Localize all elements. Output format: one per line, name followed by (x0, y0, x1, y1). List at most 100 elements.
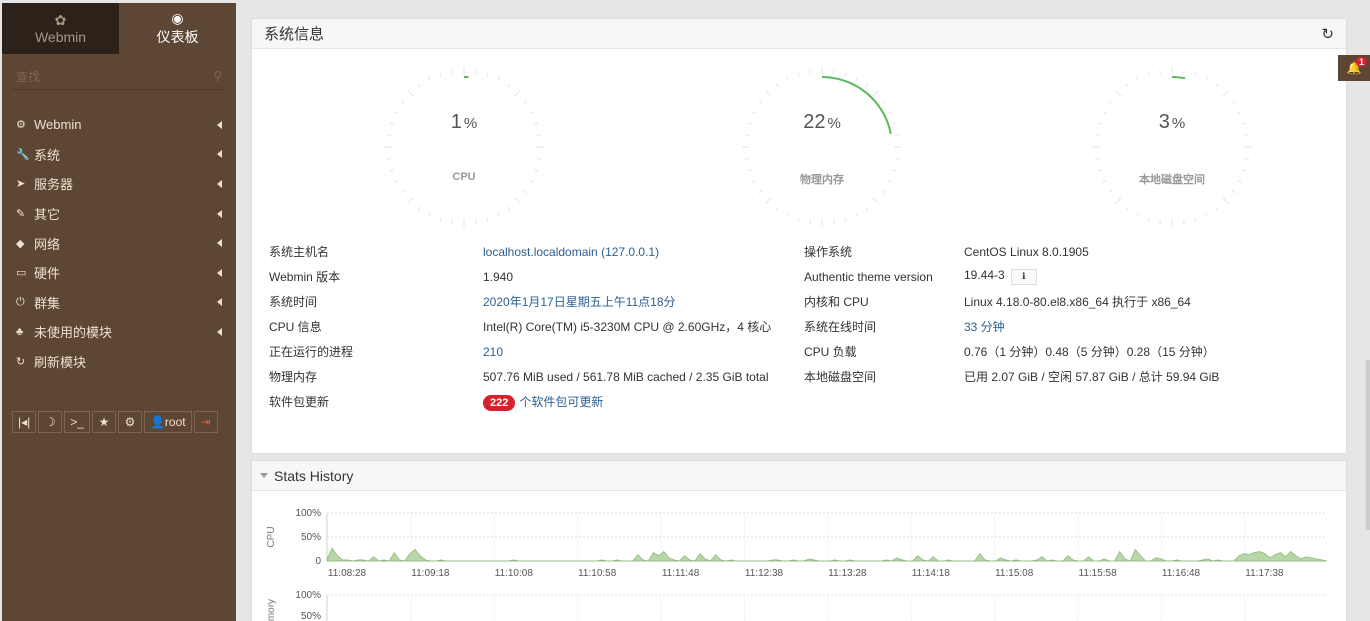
info-value-wrap: 507.76 MiB used / 561.78 MiB cached / 2.… (483, 370, 769, 384)
gauge-tick (1147, 72, 1150, 77)
gauge-tick (439, 72, 442, 77)
gauge-value-arc (1171, 76, 1186, 80)
gauge-value: 1% (384, 111, 544, 134)
gauge-tick (428, 77, 431, 82)
info-row: 系统时间 2020年1月17日星期五上午11点18分 (269, 289, 771, 314)
gauge-tick (872, 197, 879, 204)
search-icon[interactable]: ⚲ (213, 69, 222, 83)
info-value-wrap: 1.940 (483, 270, 513, 284)
info-value-link[interactable]: 个软件包可更新 (519, 395, 603, 409)
sidebar-item-7[interactable]: ♣ 未使用的模块 (2, 317, 236, 347)
info-icon[interactable]: ℹ (1010, 268, 1037, 285)
tab-dashboard-label: 仪表板 (156, 28, 199, 45)
sidebar-item-3[interactable]: ✎ 其它 (2, 199, 236, 229)
info-value-link[interactable]: 2020年1月17日星期五上午11点18分 (483, 295, 676, 309)
gauge-tick (744, 158, 749, 160)
settings-button[interactable]: ⚙ (117, 411, 142, 433)
info-label: 软件包更新 (269, 395, 330, 409)
cpu-y-tick: 50% (301, 532, 321, 543)
gauge-label: 本地磁盘空间 (1139, 174, 1205, 186)
gauge-tick (1245, 134, 1250, 136)
user-button[interactable]: 👤root (143, 411, 192, 433)
info-label: 操作系统 (804, 245, 853, 259)
gauge-value: 22% (742, 111, 902, 134)
sidebar-item-2[interactable]: ➤ 服务器 (2, 169, 236, 199)
gauge-tick (507, 83, 511, 88)
search-input[interactable] (12, 64, 226, 90)
gauge-tick (497, 77, 500, 82)
sidebar-item-label: Webmin (34, 117, 82, 133)
sidebar-item-6[interactable]: ⏻ 群集 (2, 288, 236, 318)
refresh-icon[interactable]: ↻ (1321, 25, 1334, 43)
gauge-tick (797, 217, 800, 222)
tab-dashboard[interactable]: ◉ 仪表板 (119, 3, 236, 54)
cpu-y-tick: 0 (315, 556, 321, 567)
gauge-tick (1205, 212, 1208, 217)
gauge-0: 1% CPU (384, 67, 544, 227)
night-mode-button[interactable]: ☽ (38, 411, 63, 433)
favorites-button[interactable]: ★ (91, 411, 116, 433)
page-scrollbar[interactable] (1366, 360, 1370, 530)
sidebar-item-5[interactable]: ▭ 硬件 (2, 258, 236, 288)
notifications-button[interactable]: 🔔 1 (1338, 55, 1370, 81)
webmin-logo-icon: ✿ (54, 11, 67, 28)
gauge-tick (881, 100, 886, 104)
stats-history-header[interactable]: Stats History (252, 461, 1346, 491)
puzzle-icon: ♣ (16, 325, 24, 338)
info-row: 软件包更新 222 个软件包可更新 (269, 389, 771, 414)
drive-icon: ▭ (16, 267, 27, 280)
gauge-tick (514, 197, 521, 204)
gauge-tick (758, 190, 763, 194)
gear-icon: ⚙ (16, 119, 26, 132)
info-value-link[interactable]: 33 分钟 (964, 320, 1005, 334)
sidebar-item-4[interactable]: ◆ 网络 (2, 228, 236, 258)
gauge-1: 22% 物理内存 (742, 67, 902, 227)
rocket-icon: ➤ (16, 178, 26, 191)
sidebar-item-label: 群集 (34, 295, 61, 311)
mem-y-tick: 50% (301, 611, 321, 621)
gauge-tick (407, 90, 414, 97)
info-value-wrap: Linux 4.18.0-80.el8.x86_64 执行于 x86_64 (964, 293, 1191, 310)
info-value-link[interactable]: localhost.localdomain (127.0.0.1) (483, 245, 659, 259)
info-row: 内核和 CPU Linux 4.18.0-80.el8.x86_64 执行于 x8… (804, 289, 1219, 314)
gauge-dial (384, 67, 544, 227)
gauge-tick (844, 217, 847, 222)
gauge-tick (797, 72, 800, 77)
sidebar-item-label: 系统 (34, 147, 61, 163)
mem-y-tick: 100% (295, 590, 321, 601)
shield-icon: ◆ (16, 237, 25, 250)
info-value-wrap: 0.76（1 分钟）0.48（5 分钟）0.28（15 分钟） (964, 343, 1215, 360)
stats-history-panel: Stats History 100% 50% 0 CPU 11:08:28 11:09:1… (251, 460, 1347, 621)
sidebar-item-label: 网络 (34, 236, 61, 252)
info-value: CentOS Linux 8.0.1905 (964, 244, 1089, 259)
gauge-tick (475, 69, 477, 74)
logout-button[interactable]: ⇥ (193, 411, 218, 433)
gauge-tick (400, 190, 405, 194)
gauge-tick (1136, 77, 1139, 82)
sidebar-item-1[interactable]: 🔧 系统 (2, 140, 236, 170)
updates-count-badge[interactable]: 222 (483, 394, 516, 411)
info-right-column: 操作系统 CentOS Linux 8.0.1905 Authentic theme… (804, 239, 1219, 389)
gauge-tick (417, 206, 421, 211)
gauge-tick (1115, 90, 1122, 97)
tab-webmin[interactable]: ✿ Webmin (2, 3, 119, 54)
info-value-link[interactable]: 210 (483, 345, 503, 359)
gauge-tick (537, 158, 542, 160)
info-value: Linux 4.18.0-80.el8.x86_64 执行于 x86_64 (964, 295, 1191, 309)
info-row: 正在运行的进程 210 (269, 339, 771, 364)
gauge-tick (1205, 77, 1208, 82)
caret-left-icon (217, 179, 222, 188)
sidebar-item-0[interactable]: ⚙ Webmin (2, 110, 236, 140)
system-info-header: 系统信息 ↻ (252, 19, 1346, 49)
terminal-button[interactable]: >_ (64, 411, 90, 433)
x-tick-label: 11:11:48 (662, 568, 700, 579)
sidebar-item-label: 未使用的模块 (34, 325, 113, 341)
gauges: 1% CPU 22% 物理内存 3% 本地磁盘空间 (252, 49, 1346, 254)
sidebar-item-8[interactable]: ↻ 刷新模块 (2, 347, 236, 377)
collapse-button[interactable]: |◂| (12, 411, 37, 433)
info-label: 物理内存 (269, 370, 318, 384)
gauge-tick (1147, 217, 1150, 222)
gauge-tick (1222, 197, 1229, 204)
info-label: CPU 信息 (269, 320, 322, 334)
gauge-tick (386, 134, 391, 136)
